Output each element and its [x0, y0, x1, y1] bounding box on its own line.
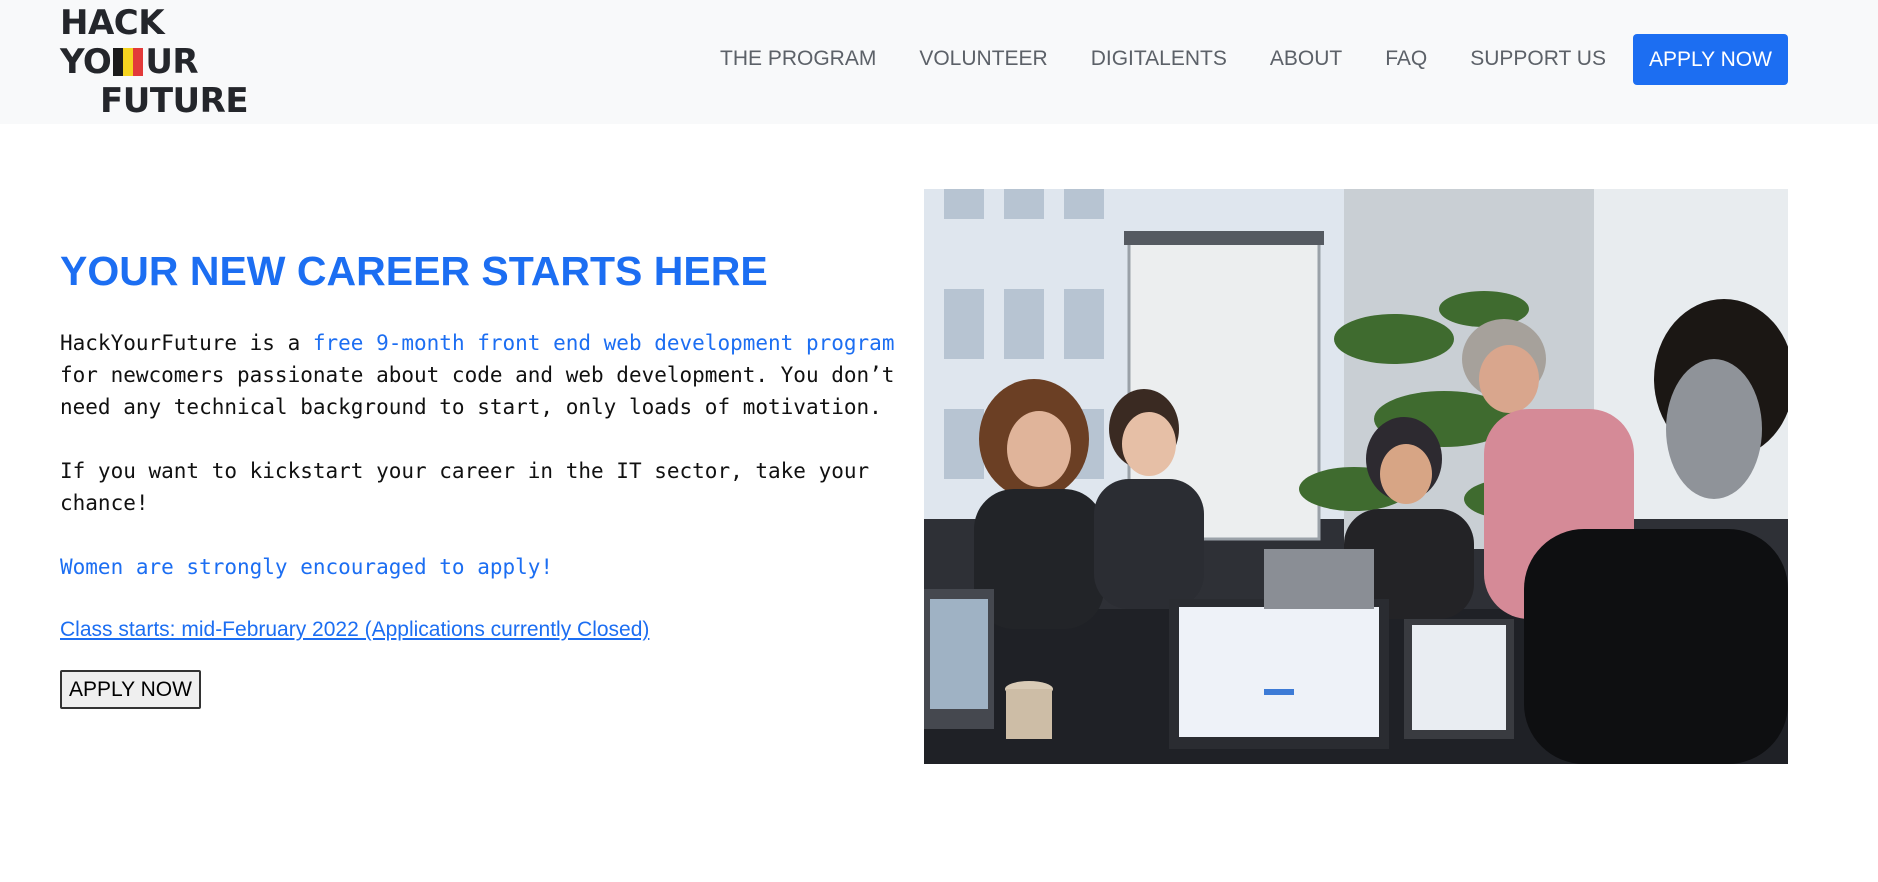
- intro-paragraph: HackYourFuture is a free 9-month front e…: [60, 327, 920, 423]
- apply-now-button[interactable]: APPLY NOW: [60, 670, 201, 709]
- hackyourfuture-logo[interactable]: HACK YO UR FUTURE: [60, 3, 270, 121]
- intro-text-prefix: HackYourFuture is a: [60, 331, 313, 355]
- belgian-flag-icon: [113, 48, 144, 76]
- nav-item-volunteer[interactable]: VOLUNTEER: [919, 34, 1047, 84]
- page-title: YOUR NEW CAREER STARTS HERE: [60, 248, 768, 294]
- nav-item-digitalents[interactable]: DIGITALENTS: [1091, 34, 1227, 84]
- logo-text-ur: UR: [145, 42, 199, 82]
- intro-text-suffix: for newcomers passionate about code and …: [60, 363, 895, 419]
- nav-item-the-program[interactable]: THE PROGRAM: [720, 34, 876, 84]
- main-nav: THE PROGRAM VOLUNTEER DIGITALENTS ABOUT …: [720, 34, 1638, 84]
- class-starts-link[interactable]: Class starts: mid-February 2022 (Applica…: [60, 618, 649, 642]
- women-encouraged-text: Women are strongly encouraged to apply!: [60, 555, 554, 579]
- logo-line-hack: HACK: [60, 3, 165, 43]
- kickstart-paragraph: If you want to kickstart your career in …: [60, 459, 870, 515]
- program-highlight: free 9-month front end web development p…: [312, 331, 895, 355]
- site-header: HACK YO UR FUTURE THE PROGRAM VOLUNTEER …: [0, 0, 1878, 124]
- classroom-photo-illustration: [924, 189, 1788, 764]
- apply-now-nav-button[interactable]: APPLY NOW: [1633, 34, 1788, 85]
- logo-line-future: FUTURE: [100, 81, 249, 121]
- logo-line-your: YO UR: [60, 42, 199, 82]
- classroom-photo: [924, 189, 1788, 764]
- nav-item-faq[interactable]: FAQ: [1385, 34, 1427, 84]
- logo-text-yo: YO: [60, 42, 112, 82]
- nav-item-about[interactable]: ABOUT: [1270, 34, 1342, 84]
- nav-item-support-us[interactable]: SUPPORT US: [1470, 34, 1606, 84]
